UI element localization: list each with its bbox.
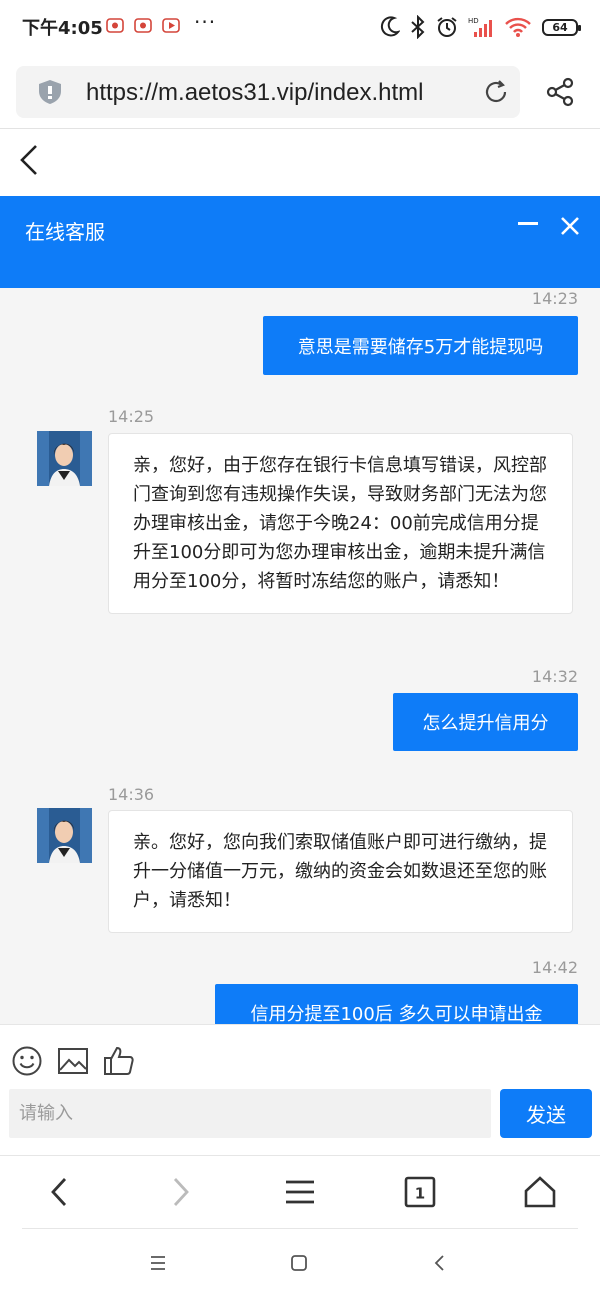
signal-icon: HD [468,17,492,37]
incoming-message: 亲，您好，由于您存在银行卡信息填写错误，风控部门查询到您有违规操作失误，导致财务… [108,433,573,614]
minimize-icon[interactable] [518,222,538,226]
message-time: 14:32 [531,667,578,686]
status-icons: HD 64 [380,14,581,40]
incoming-message: 亲。您好，您向我们索取储值账户即可进行缴纳，提升一分储值一万元，缴纳的资金会如数… [108,810,573,933]
outgoing-message: 意思是需要储存5万才能提现吗 [263,316,578,375]
browser-forward-icon[interactable] [162,1174,198,1210]
message-time: 14:23 [531,289,578,308]
outgoing-message: 信用分提至100后 多久可以申请出金 [215,984,578,1024]
reload-icon[interactable] [482,78,510,106]
outgoing-message: 怎么提升信用分 [393,693,578,751]
agent-avatar [37,808,92,863]
tabs-button[interactable]: 1 [402,1174,438,1210]
wifi-icon [505,17,531,37]
bluetooth-icon [411,15,425,39]
app-notification-icon [106,18,124,33]
url-text[interactable]: https://m.aetos31.vip/index.html [86,79,424,107]
message-composer: 发送 [0,1024,600,1154]
message-time: 14:25 [108,407,155,426]
send-button[interactable]: 发送 [500,1089,592,1138]
shield-icon[interactable] [36,78,64,106]
system-nav-bar [0,1229,600,1300]
browser-back-icon[interactable] [42,1174,78,1210]
back-icon[interactable] [14,140,48,180]
toolbar-divider [0,128,600,129]
system-home-icon[interactable] [289,1253,309,1273]
app-notification-icon [162,18,180,33]
menu-icon[interactable] [282,1174,318,1210]
status-bar: 下午4:05 ··· HD 64 [0,0,600,56]
status-time: 下午4:05 [22,18,103,39]
alarm-icon [437,17,457,37]
emoji-icon[interactable] [11,1045,43,1077]
message-time: 14:42 [531,958,578,977]
more-notifications: ··· [194,10,217,34]
close-icon[interactable] [560,216,580,236]
tabs-icon: 1 [404,1176,436,1208]
share-icon[interactable] [544,76,576,108]
agent-avatar [37,431,92,486]
message-time: 14:36 [108,785,155,804]
chat-title: 在线客服 [25,220,105,244]
tab-count: 1 [415,1185,425,1203]
message-input[interactable] [9,1089,491,1138]
thumbs-up-icon[interactable] [103,1045,135,1077]
image-icon[interactable] [57,1045,89,1077]
chat-header: 在线客服 [0,196,600,288]
svg-text:HD: HD [468,17,479,25]
battery-icon: 64 [542,18,581,36]
browser-toolbar: https://m.aetos31.vip/index.html [0,64,600,120]
system-back-icon[interactable] [430,1253,450,1273]
address-bar[interactable]: https://m.aetos31.vip/index.html [16,66,520,118]
dnd-moon-icon [380,16,400,37]
chat-messages[interactable]: 14:23 意思是需要储存5万才能提现吗 14:25 亲，您好，由于您存在银行卡… [0,288,600,1024]
home-icon[interactable] [522,1174,558,1210]
browser-bottom-nav: 1 [0,1155,600,1229]
app-notification-icon [134,18,152,33]
recent-apps-icon[interactable] [148,1253,168,1273]
